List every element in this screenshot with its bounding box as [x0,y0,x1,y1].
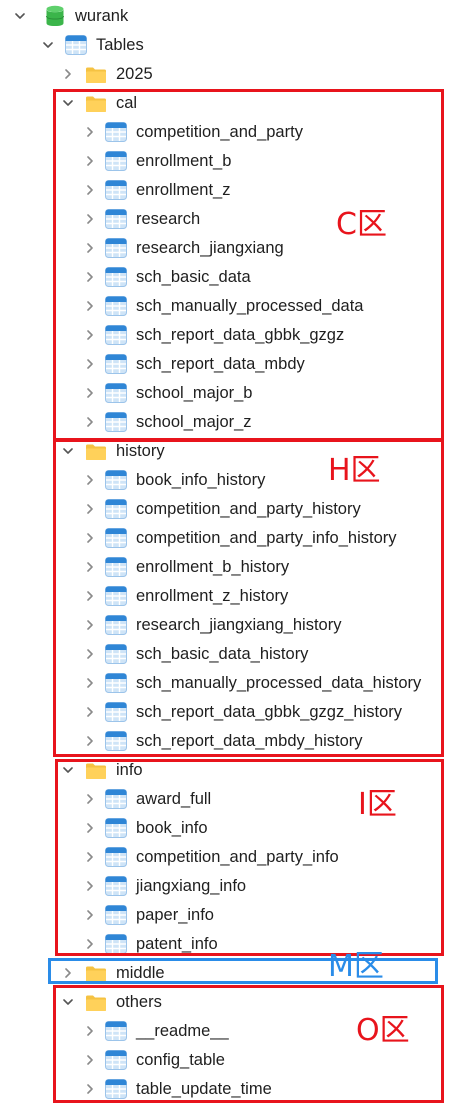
tree-folder[interactable]: 2025 [0,60,475,89]
chevron-down-icon[interactable] [43,40,53,50]
tree-folder-label: 2025 [116,65,153,83]
zone-label: O区 [356,1013,410,1048]
tree-node-database-label: wurank [75,7,129,25]
tree-node-tables-label: Tables [96,36,144,54]
zone-label: C区 [336,207,387,242]
folder-icon [85,66,107,84]
chevron-down-icon[interactable] [15,11,25,21]
zone-box [53,439,444,757]
zone-label: I区 [358,787,397,822]
tree-node-database[interactable]: wurank [0,2,475,31]
database-icon [45,5,67,26]
zone-label: M区 [328,949,384,984]
zone-label: H区 [328,453,381,488]
tables-icon [65,35,87,55]
tree-node-tables[interactable]: Tables [0,31,475,60]
zone-box [53,89,444,441]
chevron-right-icon[interactable] [63,69,73,79]
